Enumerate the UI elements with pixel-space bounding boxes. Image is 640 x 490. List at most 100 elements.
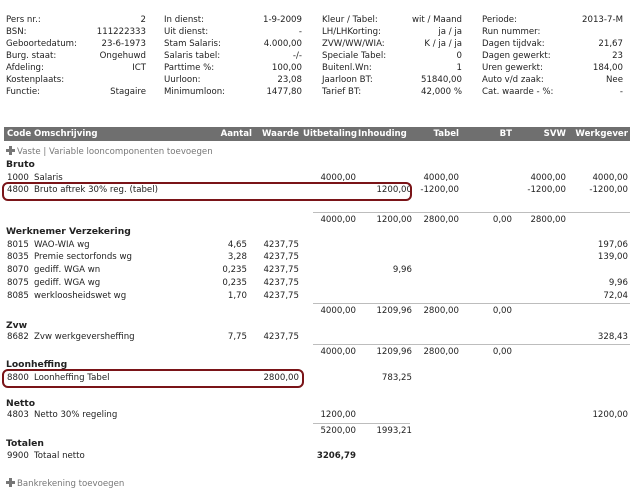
header-value: 1-9-2009 <box>262 15 302 25</box>
cell-desc: Netto 30% regeling <box>34 410 118 420</box>
subtotal-divider <box>313 212 630 213</box>
subtotal-uitbetaling: 4000,00 <box>320 215 356 225</box>
header-value: Nee <box>605 75 623 85</box>
header-label: Dagen tijdvak: <box>482 39 545 49</box>
cell-werkgever: -1200,00 <box>589 185 628 195</box>
subtotal-inhouding: 1993,21 <box>376 426 412 436</box>
cell-werkgever: 1200,00 <box>592 410 628 420</box>
cell-uitbetaling: 1200,00 <box>320 410 356 420</box>
header-label: Run nummer: <box>482 27 541 37</box>
header-label: Afdeling: <box>6 63 44 73</box>
cell-desc: gediff. WGA wg <box>34 278 101 288</box>
header-label: Uren gewerkt: <box>482 63 543 73</box>
table-header: Code Omschrijving Aantal Waarde Uitbetal… <box>4 127 630 141</box>
cell-werkgever: 328,43 <box>597 332 628 342</box>
cell-code: 8015 <box>7 240 29 250</box>
subtotal-bt: 0,00 <box>492 215 512 225</box>
cell-waarde: 4237,75 <box>263 278 299 288</box>
cell-svw: 4000,00 <box>530 173 566 183</box>
subtotal-svw: 2800,00 <box>530 215 566 225</box>
header-label: Kleur / Tabel: <box>322 15 378 25</box>
subtotal-divider <box>313 423 410 424</box>
header-label: In dienst: <box>164 15 205 25</box>
header-value: 1 <box>456 63 462 73</box>
header-row: Functie: Stagaire Minimumloon: 1477,80 Tarie… <box>6 86 630 98</box>
subtotal-bt: 0,00 <box>492 306 512 316</box>
cell-aantal: 4,65 <box>227 240 247 250</box>
cell-code: 8085 <box>7 291 29 301</box>
header-value: - <box>298 27 302 37</box>
cell-code: 4803 <box>7 410 29 420</box>
header-row: Pers nr.: 2 In dienst: 1-9-2009 Kleur / Tabe… <box>6 14 630 26</box>
header-value: 2013-7-M <box>582 15 623 25</box>
cell-tabel: -1200,00 <box>420 185 459 195</box>
col-aantal: Aantal <box>220 129 252 139</box>
header-label: BSN: <box>6 27 27 37</box>
plus-icon <box>6 146 15 155</box>
cell-desc: werkloosheidswet wg <box>34 291 127 301</box>
cell-svw: -1200,00 <box>527 185 566 195</box>
cell-werkgever: 9,96 <box>608 278 628 288</box>
subtotal-uitbetaling: 4000,00 <box>320 347 356 357</box>
cell-aantal: 0,235 <box>222 265 247 275</box>
header-value: K / ja / ja <box>424 39 462 49</box>
header-value: 23 <box>612 51 623 61</box>
subtotal-row: 4000,00 1200,00 2800,00 0,00 2800,00 <box>4 215 630 226</box>
header-row: Geboortedatum: 23-6-1973 Stam Salaris: 4.00… <box>6 38 630 50</box>
col-inhouding: Inhouding <box>358 129 407 139</box>
table-row: 9900 Totaal netto 3206,79 <box>4 451 630 462</box>
header-label: Jaarloon BT: <box>322 75 373 85</box>
cell-desc: Zvw werkgeversheffing <box>34 332 135 342</box>
header-value: -/- <box>292 51 302 61</box>
subtotal-tabel: 2800,00 <box>423 347 459 357</box>
col-svw: SVW <box>543 129 566 139</box>
add-bank-link[interactable]: Bankrekening toevoegen <box>6 478 124 490</box>
cell-aantal: 1,70 <box>227 291 247 301</box>
subtotal-divider <box>313 303 630 304</box>
col-werkgever: Werkgever <box>575 129 628 139</box>
subtotal-inhouding: 1200,00 <box>376 215 412 225</box>
cell-inhouding: 783,25 <box>381 373 412 383</box>
cell-code: 8035 <box>7 252 29 262</box>
section-title: Netto <box>6 398 36 409</box>
header-value: 2 <box>140 15 146 25</box>
header-label: Periode: <box>482 15 517 25</box>
header-label: Uit dienst: <box>164 27 209 37</box>
subtotal-tabel: 2800,00 <box>423 215 459 225</box>
header-label: Auto v/d zaak: <box>482 75 544 85</box>
header-value: 4.000,00 <box>263 39 302 49</box>
cell-code: 8070 <box>7 265 29 275</box>
col-uitbetaling: Uitbetaling <box>303 129 358 139</box>
header-value: 1477,80 <box>266 87 302 97</box>
header-value: 21,67 <box>598 39 623 49</box>
section-title: Werknemer Verzekering <box>6 226 131 237</box>
header-label: Buitenl.Wn: <box>322 63 372 73</box>
cell-werkgever: 139,00 <box>597 252 628 262</box>
cell-desc: Totaal netto <box>34 451 85 461</box>
header-label: Uurloon: <box>164 75 201 85</box>
subtotal-divider <box>313 344 630 345</box>
header-row: Burg. staat: Ongehuwd Salaris tabel: -/- Spe… <box>6 50 630 62</box>
highlight-bruto-aftrek <box>2 182 412 201</box>
cell-waarde: 4237,75 <box>263 240 299 250</box>
header-label: Minimumloon: <box>164 87 226 97</box>
table-row: 4803 Netto 30% regeling 1200,00 1200,00 <box>4 410 630 421</box>
cell-aantal: 7,75 <box>227 332 247 342</box>
header-row: BSN: 111222333 Uit dienst: - LH/LHKorting: ja… <box>6 26 630 38</box>
add-components-label: Vaste | Variable looncomponenten toevoeg… <box>17 147 213 157</box>
cell-waarde: 4237,75 <box>263 265 299 275</box>
header-label: Tarief BT: <box>322 87 362 97</box>
header-value: ICT <box>132 63 146 73</box>
cell-desc: Premie sectorfonds wg <box>34 252 132 262</box>
header-label: Salaris tabel: <box>164 51 221 61</box>
header-label: Parttime %: <box>164 63 215 73</box>
add-components-link[interactable]: Vaste | Variable looncomponenten toevoeg… <box>6 146 213 158</box>
header-value: wit / Maand <box>412 15 462 25</box>
header-label: Stam Salaris: <box>164 39 221 49</box>
subtotal-inhouding: 1209,96 <box>376 347 412 357</box>
header-label: Cat. waarde - %: <box>482 87 554 97</box>
header-label: Functie: <box>6 87 41 97</box>
header-value: 23-6-1973 <box>101 39 146 49</box>
table-row: 8085 werkloosheidswet wg 1,70 4237,75 72,04 <box>4 291 630 302</box>
cell-waarde: 4237,75 <box>263 332 299 342</box>
